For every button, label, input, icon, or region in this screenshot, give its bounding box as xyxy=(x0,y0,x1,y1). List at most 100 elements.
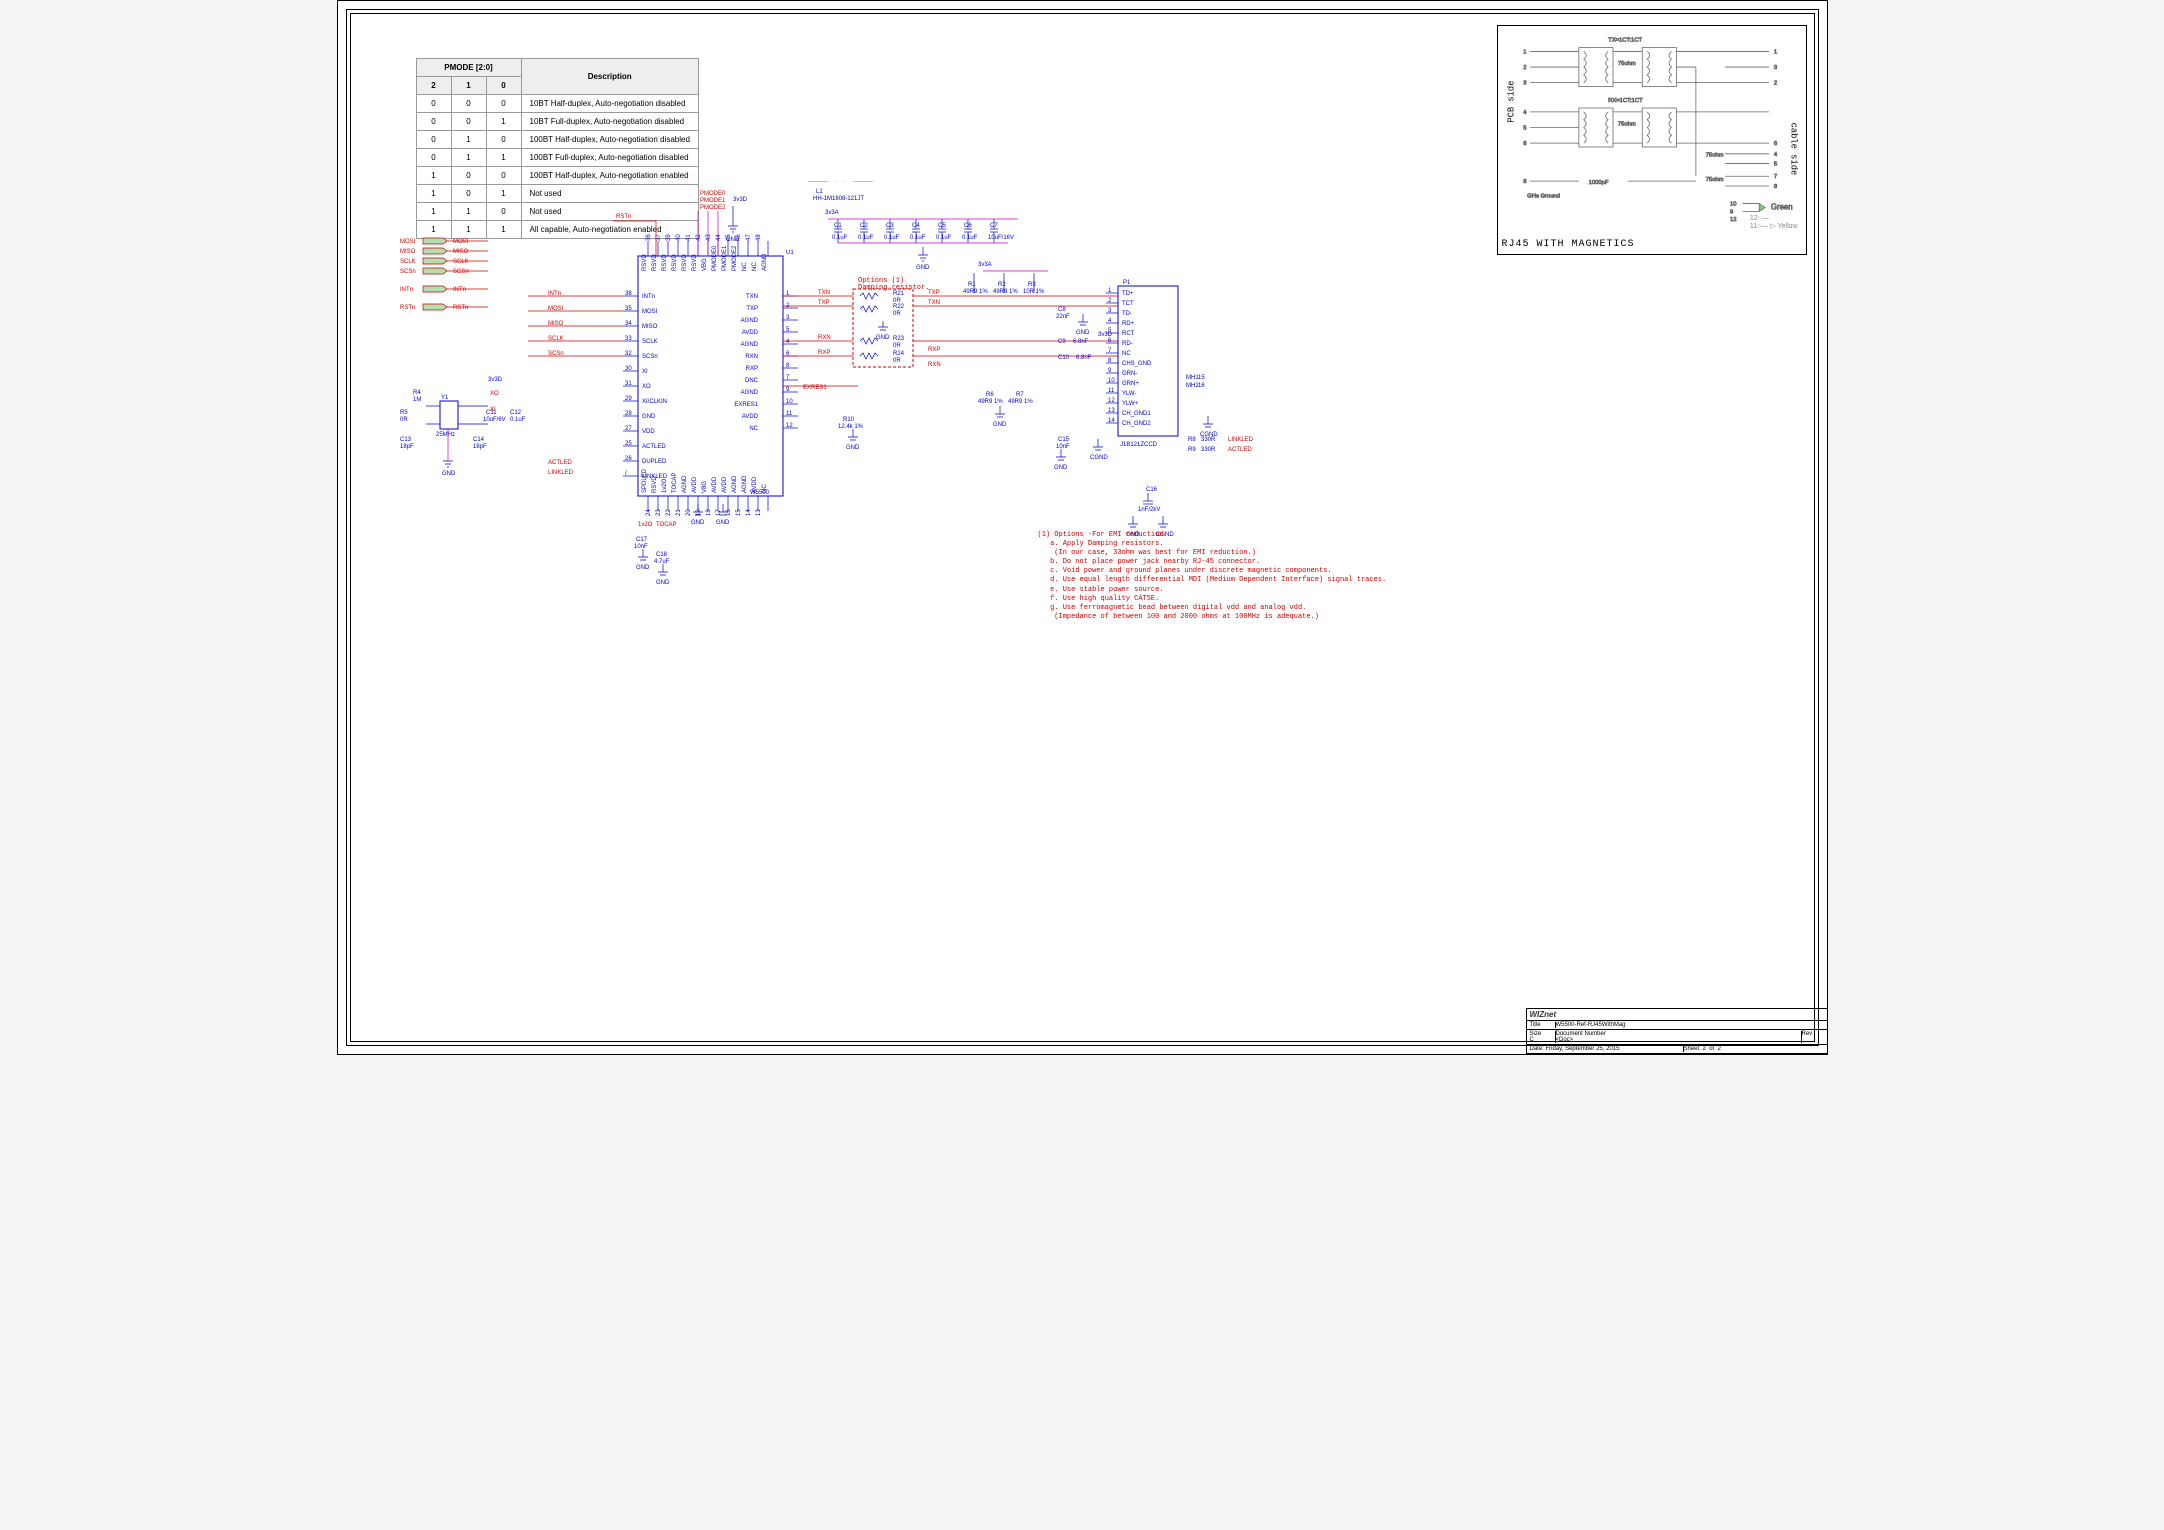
svg-text:43: 43 xyxy=(706,234,712,241)
svg-text:3v3D: 3v3D xyxy=(733,197,748,203)
svg-text:SCLK: SCLK xyxy=(642,339,658,345)
svg-text:44: 44 xyxy=(716,234,722,241)
svg-text:MOSI: MOSI xyxy=(453,239,469,245)
svg-text:VBG: VBG xyxy=(702,258,708,271)
schematic-page: PMODE [2:0] Description 2 1 0 00010BT Ha… xyxy=(337,0,1828,1055)
crystal-block: Y125MHz R41M R50R C1318pF C1418pF GND XO… xyxy=(400,390,499,477)
svg-text:AGND: AGND xyxy=(682,475,688,493)
svg-text:49R9 1%: 49R9 1% xyxy=(993,289,1018,295)
svg-text:0R: 0R xyxy=(893,358,901,364)
svg-text:C10: C10 xyxy=(1058,355,1070,361)
table-row: 010100BT Half-duplex, Auto-negotiation d… xyxy=(416,131,698,149)
tx-label: TX=1CT:1CT xyxy=(1608,38,1642,44)
svg-text:XO: XO xyxy=(490,391,499,397)
svg-text:GND: GND xyxy=(916,265,930,271)
svg-text:RSVD: RSVD xyxy=(682,254,688,271)
svg-text:2: 2 xyxy=(1773,81,1776,87)
svg-text:1000pF: 1000pF xyxy=(1588,180,1608,186)
svg-text:AGND: AGND xyxy=(742,475,748,493)
svg-text:6.8nF: 6.8nF xyxy=(1073,339,1089,345)
svg-text:MISO: MISO xyxy=(548,321,564,327)
svg-text:GND: GND xyxy=(642,414,656,420)
svg-text:XI/CLKIN: XI/CLKIN xyxy=(642,399,667,405)
svg-text:AVDD: AVDD xyxy=(722,476,728,493)
svg-text:CH_GND1: CH_GND1 xyxy=(1122,411,1151,417)
svg-text:12.4k 1%: 12.4k 1% xyxy=(838,424,864,430)
svg-text:ACTLED: ACTLED xyxy=(1228,447,1252,453)
svg-text:AVDD: AVDD xyxy=(741,330,758,336)
svg-text:RSVD: RSVD xyxy=(652,254,658,271)
svg-text:AGND: AGND xyxy=(740,342,758,348)
svg-text:NC: NC xyxy=(742,262,748,271)
svg-text:GND: GND xyxy=(876,335,890,341)
svg-text:TD-: TD- xyxy=(1122,311,1132,317)
svg-text:CGND: CGND xyxy=(1200,432,1218,438)
svg-text:C1: C1 xyxy=(834,223,842,229)
svg-text:XO: XO xyxy=(642,384,651,390)
svg-text:GND: GND xyxy=(726,237,740,243)
svg-text:10uF/6V: 10uF/6V xyxy=(483,417,506,423)
svg-text:R22: R22 xyxy=(893,304,905,310)
svg-text:21: 21 xyxy=(676,509,682,516)
svg-text:39: 39 xyxy=(666,234,672,241)
svg-text:INTn: INTn xyxy=(453,287,466,293)
ic-ref: U1 xyxy=(786,250,794,256)
svg-text:AGND: AGND xyxy=(740,390,758,396)
ferrite-bead: 3v3D 3v3A L1HH-1M1608-121JT xyxy=(803,181,880,202)
option-line: (In our case, 33ohm was best for EMI red… xyxy=(1038,549,1387,558)
svg-text:47: 47 xyxy=(746,234,752,241)
svg-text:12: 12 xyxy=(786,423,793,429)
svg-text:RCT: RCT xyxy=(1122,331,1135,337)
svg-text:SCSn: SCSn xyxy=(453,269,469,275)
svg-text:330R: 330R xyxy=(1201,447,1216,453)
svg-text:32: 32 xyxy=(625,351,632,357)
rj45-title: RJ45 WITH MAGNETICS xyxy=(1502,239,1635,250)
svg-text:R6: R6 xyxy=(986,392,994,398)
svg-text:ACTLED: ACTLED xyxy=(642,444,666,450)
svg-text:SCLK: SCLK xyxy=(548,336,564,342)
svg-text:DNC: DNC xyxy=(745,378,759,384)
svg-text:GND: GND xyxy=(716,520,730,526)
svg-text:4: 4 xyxy=(1523,110,1527,116)
svg-text:3v3D: 3v3D xyxy=(1098,332,1113,338)
svg-text:0.1uF: 0.1uF xyxy=(910,235,926,241)
svg-text:TCT: TCT xyxy=(1122,301,1134,307)
svg-text:22: 22 xyxy=(666,509,672,516)
svg-text:1: 1 xyxy=(1773,49,1776,55)
svg-text:33: 33 xyxy=(625,336,632,342)
svg-text:R5: R5 xyxy=(400,410,408,416)
option-line: b. Do not place power jack nearby RJ-45 … xyxy=(1038,558,1387,567)
svg-text:RXN: RXN xyxy=(928,362,941,368)
svg-text:R1: R1 xyxy=(968,282,976,288)
svg-text:23: 23 xyxy=(656,509,662,516)
svg-text:XI: XI xyxy=(642,369,648,375)
svg-text:AGND: AGND xyxy=(762,253,768,271)
svg-text:16: 16 xyxy=(1198,383,1205,389)
svg-text:36: 36 xyxy=(646,234,652,241)
svg-text:SCSn: SCSn xyxy=(642,354,658,360)
svg-text:4.7uF: 4.7uF xyxy=(654,559,670,565)
svg-text:41: 41 xyxy=(686,234,692,241)
option-line: f. Use high quality CAT5E. xyxy=(1038,595,1387,604)
svg-text:22nF: 22nF xyxy=(1056,314,1070,320)
svg-text:AVDD: AVDD xyxy=(752,476,758,493)
ghs-ground: GHs Ground xyxy=(1527,194,1560,200)
svg-text:49R9 1%: 49R9 1% xyxy=(963,289,988,295)
svg-text:6.8nF: 6.8nF xyxy=(1076,355,1092,361)
svg-text:AVDD: AVDD xyxy=(741,414,758,420)
svg-text:11: 11 xyxy=(1108,388,1115,394)
svg-text:INTn: INTn xyxy=(400,287,413,293)
options-head: (1) Options -For EMI reduction. xyxy=(1038,531,1387,540)
svg-text:6: 6 xyxy=(1773,141,1776,147)
svg-text:SCSn: SCSn xyxy=(548,351,564,357)
svg-text:MISO: MISO xyxy=(642,324,658,330)
schematic-title: W5500-Ref-RJ45WithMag xyxy=(1556,1022,1626,1028)
cable-side-label: cable side xyxy=(1788,123,1798,176)
p1-value: J1B121ZCCD xyxy=(1120,442,1158,448)
io-port xyxy=(423,238,447,244)
svg-text:29: 29 xyxy=(625,396,632,402)
svg-text:RXN: RXN xyxy=(818,335,831,341)
svg-text:1nF/2kV: 1nF/2kV xyxy=(1138,507,1160,513)
svg-text:48: 48 xyxy=(756,234,762,241)
svg-text:AVDD: AVDD xyxy=(692,476,698,493)
